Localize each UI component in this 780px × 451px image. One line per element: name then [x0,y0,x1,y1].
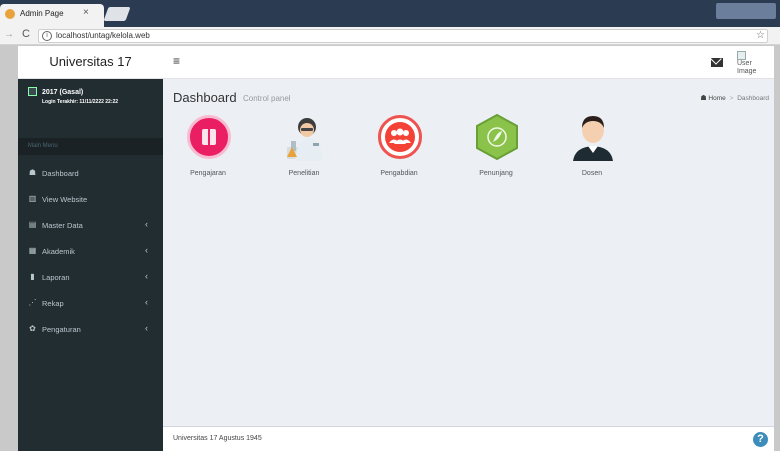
breadcrumb-home[interactable]: Home [708,95,725,102]
user-name: 2017 (Gasal) [42,89,84,96]
page-title: Dashboard [173,90,237,105]
tile-label-penunjang[interactable]: Penunjang [461,170,531,177]
line-chart-icon: ⋰ [28,298,37,307]
logo-text[interactable]: Universitas 17 [18,54,163,69]
admin-page: Universitas 17 ≡ User Image 2017 (Gasal)… [18,46,774,451]
bookmark-star-icon[interactable]: ☆ [756,30,765,41]
calendar-icon: ▦ [28,246,37,255]
dashboard-icon: ☗ [700,95,707,102]
scientist-icon[interactable] [283,113,329,161]
sidebar-item-dashboard[interactable]: ☗ Dashboard [18,160,163,186]
dashboard-tiles: Pengajaran Penelitian Pengabdian Penunja… [173,113,633,183]
tile-label-pengajaran[interactable]: Pengajaran [173,170,243,177]
user-panel: 2017 (Gasal) Login Terakhir: 11/11/2222 … [18,79,163,134]
info-icon[interactable]: i [42,31,52,41]
tile-label-pengabdian[interactable]: Pengabdian [364,170,434,177]
page-subtitle: Control panel [243,94,291,103]
sidebar-item-label: Laporan [42,273,70,282]
sidebar-item-label: Pengaturan [42,325,81,334]
sidebar-item-label: Rekap [42,299,64,308]
logo-bar[interactable]: Universitas 17 [18,46,163,79]
sidebar-item-pengaturan[interactable]: ✿ Pengaturan ‹ [18,316,163,342]
tile-dosen[interactable]: Dosen [557,113,627,183]
window-controls[interactable] [716,3,776,19]
sidebar-item-akademik[interactable]: ▦ Akademik ‹ [18,238,163,264]
favicon-icon [5,9,15,19]
sidebar-toggle-icon[interactable]: ≡ [173,54,180,68]
sidebar-item-label: View Website [42,195,88,204]
sidebar-item-label: Akademik [42,247,75,256]
sidebar-item-rekap[interactable]: ⋰ Rekap ‹ [18,290,163,316]
sidebar-item-master-data[interactable]: ▤ Master Data ‹ [18,212,163,238]
breadcrumb: ☗ Home > Dashboard [700,94,769,102]
chevron-left-icon: ‹ [145,245,148,255]
sidebar: 2017 (Gasal) Login Terakhir: 11/11/2222 … [18,79,163,451]
user-avatar [28,87,37,96]
chevron-left-icon: ‹ [145,219,148,229]
chevron-left-icon: ‹ [145,271,148,281]
sidebar-item-view-website[interactable]: ▥ View Website [18,186,163,212]
dashboard-icon: ☗ [28,168,37,177]
hexagon-leaf-icon[interactable] [475,114,519,160]
sidebar-menu: ☗ Dashboard ▥ View Website ▤ Master Data ‹ ▦ Aka… [18,160,163,342]
file-icon: ▮ [30,272,35,281]
user-image[interactable]: User Image [737,51,759,81]
gears-icon: ✿ [29,324,36,333]
footer-text: Universitas 17 Agustus 1945 [173,435,262,442]
sidebar-item-label: Master Data [42,221,83,230]
tile-pengabdian[interactable]: Pengabdian [364,113,434,183]
tab-title: Admin Page [20,9,64,18]
chevron-left-icon: ‹ [145,297,148,307]
browser-tab-bar: Admin Page × [0,0,780,27]
person-icon[interactable] [571,113,615,161]
content-header: Dashboard Control panel ☗ Home > Dashboa… [173,90,769,110]
sidebar-item-label: Dashboard [42,169,79,178]
bank-icon: ▥ [28,194,37,203]
users-icon[interactable] [378,115,422,159]
breadcrumb-active: Dashboard [737,95,769,102]
address-bar[interactable]: i localhost/untag/kelola.web ☆ [38,29,768,43]
broken-image-icon [737,51,746,60]
breadcrumb-separator: > [729,95,734,102]
forward-arrow-icon[interactable]: → [4,29,14,40]
user-image-alt-text: User Image [737,60,757,75]
tile-penunjang[interactable]: Penunjang [461,113,531,183]
browser-tab[interactable]: Admin Page × [0,4,104,27]
help-icon[interactable]: ? [753,432,768,447]
new-tab-button[interactable] [103,7,131,21]
chevron-left-icon: ‹ [145,323,148,333]
envelope-icon[interactable] [711,58,723,67]
browser-toolbar: → C i localhost/untag/kelola.web ☆ [0,27,780,45]
url-text[interactable]: localhost/untag/kelola.web [56,31,150,40]
database-icon: ▤ [28,220,37,229]
tile-penelitian[interactable]: Penelitian [269,113,339,183]
last-login: Login Terakhir: 11/11/2222 22:22 [42,99,119,105]
tile-label-penelitian[interactable]: Penelitian [269,170,339,177]
book-icon[interactable] [187,115,231,159]
tab-close-icon[interactable]: × [83,7,89,18]
tile-pengajaran[interactable]: Pengajaran [173,113,243,183]
top-navbar: ≡ User Image [163,46,774,79]
main-menu-header: Main Menu [18,138,163,155]
reload-icon[interactable]: C [22,28,30,40]
sidebar-item-laporan[interactable]: ▮ Laporan ‹ [18,264,163,290]
footer: Universitas 17 Agustus 1945 ? [163,426,774,451]
tile-label-dosen[interactable]: Dosen [557,170,627,177]
